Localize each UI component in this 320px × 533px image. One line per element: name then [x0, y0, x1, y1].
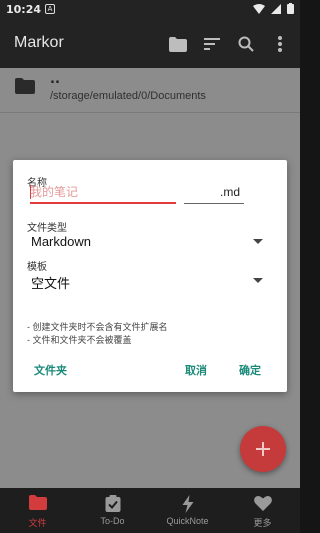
plus-icon: [256, 442, 270, 456]
template-select[interactable]: 空文件: [31, 270, 263, 292]
search-button[interactable]: [234, 33, 258, 55]
folder-icon: [15, 78, 35, 94]
signal-icon: [271, 3, 281, 14]
notification-icon: A: [45, 4, 55, 14]
file-type-value: Markdown: [31, 234, 91, 249]
sort-icon: [204, 38, 220, 50]
extension-field[interactable]: .md: [184, 182, 244, 204]
folder-action-button[interactable]: [166, 33, 190, 55]
todo-icon: [105, 495, 120, 512]
template-value: 空文件: [31, 276, 71, 291]
quicknote-icon: [182, 495, 193, 513]
text-caret: [30, 185, 31, 199]
status-icons: [253, 3, 294, 14]
hint-line: - 创建文件夹时不会含有文件扩展名: [27, 322, 168, 332]
nav-label: 更多: [253, 518, 272, 528]
parent-dir-row[interactable]: .. /storage/emulated/0/Documents: [0, 68, 300, 114]
file-type-select[interactable]: Markdown: [31, 231, 263, 253]
new-file-dialog: 名称 .md 文件类型 Markdown 模板 空文件 - 创建文件夹时不会含有…: [13, 160, 287, 392]
nav-item-files[interactable]: 文件: [0, 488, 75, 533]
bottom-nav: 文件 To-Do QuickNote 更多: [0, 488, 300, 533]
name-input[interactable]: [30, 182, 176, 204]
cancel-button[interactable]: 取消: [181, 360, 211, 380]
divider: [0, 112, 300, 113]
hint-line: - 文件和文件夹不会被覆盖: [27, 335, 132, 345]
nav-item-todo[interactable]: To-Do: [75, 488, 150, 533]
status-bar: 10:24 A: [0, 0, 300, 20]
nav-item-quicknote[interactable]: QuickNote: [150, 488, 225, 533]
sort-button[interactable]: [200, 33, 224, 55]
dropdown-arrow-icon: [253, 239, 263, 244]
folder-icon: [169, 36, 187, 52]
nav-label: 文件: [28, 518, 47, 528]
nav-item-more[interactable]: 更多: [225, 488, 300, 533]
wifi-icon: [253, 3, 265, 14]
more-vert-icon: [278, 36, 282, 52]
current-path: /storage/emulated/0/Documents: [50, 90, 206, 102]
status-time: 10:24: [6, 3, 42, 16]
search-icon: [238, 36, 254, 52]
ok-button[interactable]: 确定: [235, 360, 265, 380]
more-options-button[interactable]: [268, 33, 292, 55]
heart-icon: [253, 495, 272, 511]
parent-dir-name: ..: [50, 72, 60, 87]
app-bar-tools: [166, 33, 292, 55]
add-fab-button[interactable]: [240, 426, 286, 472]
nav-label: To-Do: [100, 516, 125, 526]
app-title: Markor: [14, 34, 64, 51]
app-bar: Markor: [0, 20, 300, 68]
folder-button[interactable]: 文件夹: [30, 360, 71, 380]
nav-label: QuickNote: [166, 516, 209, 526]
dropdown-arrow-icon: [253, 278, 263, 283]
folder-icon: [28, 495, 47, 510]
battery-icon: [287, 3, 294, 14]
